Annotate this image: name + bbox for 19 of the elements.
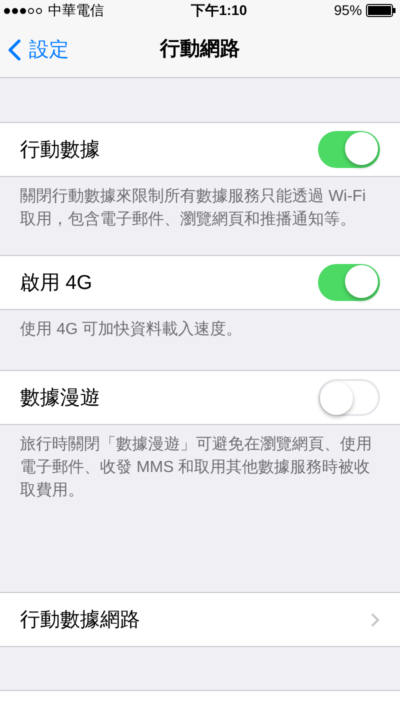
signal-icon [4,8,42,14]
toggle-switch[interactable] [318,264,380,301]
row-label: 行動數據網路 [20,608,140,632]
section-footer: 旅行時關閉「數據漫遊」可避免在瀏覽網頁、使用電子郵件、收發 MMS 和取用其他數據服務時被收取費用。 [0,425,400,502]
chevron-icon [370,612,380,628]
section-footer: 關閉行動數據來限制所有數據服務只能透過 Wi-Fi 取用，包含電子郵件、瀏覽網頁和推播通知等。 [0,177,400,231]
battery-percent: 95% [334,1,362,20]
row-label: 行動數據 [20,138,100,162]
back-chevron-icon [8,39,21,62]
battery-icon [366,4,396,18]
page-title: 行動網路 [160,37,240,62]
toggle-switch[interactable] [318,379,380,416]
carrier-name: 中華電信 [48,1,104,20]
status-time: 下午1:10 [190,1,247,20]
row-label: 數據漫遊 [20,386,100,410]
section-footer: 使用 4G 可加快資料載入速度。 [0,310,400,341]
back-button[interactable]: 設定 [8,35,69,66]
toggle-switch[interactable] [318,131,380,168]
row-label: 啟用 4G [20,270,92,296]
